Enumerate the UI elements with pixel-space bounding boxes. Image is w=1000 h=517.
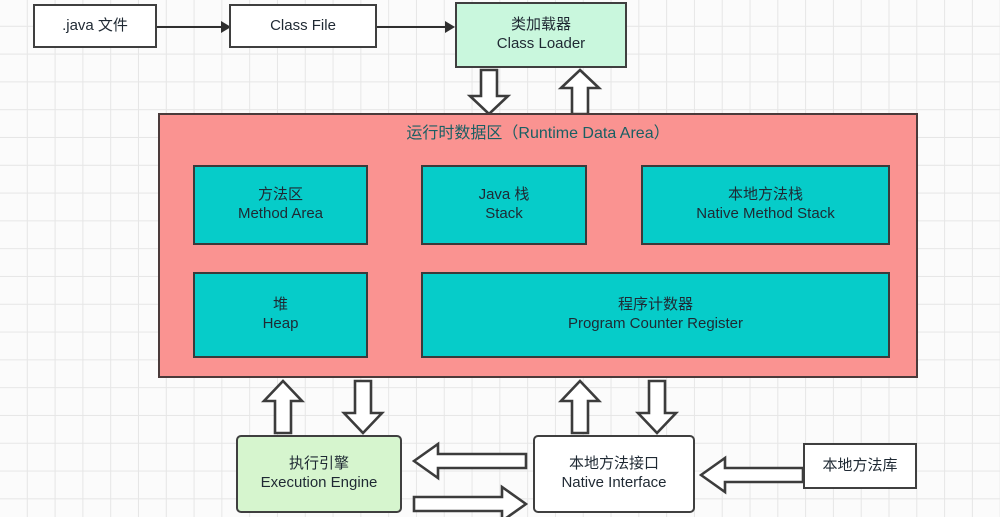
connector-runtime-to-execution-engine-down [340, 379, 386, 435]
block-arrow-left-icon [699, 455, 805, 495]
node-pc-register-label-zh: 程序计数器 [617, 296, 693, 314]
connector-runtime-to-native-interface-down [634, 379, 680, 435]
arrowhead-right-icon [445, 21, 455, 33]
connector-execution-engine-to-runtime-up [260, 379, 306, 435]
block-arrow-up-icon [557, 68, 603, 116]
node-native-interface-label-zh: 本地方法接口 [568, 455, 659, 473]
block-arrow-down-icon [340, 379, 386, 435]
block-arrow-left-icon [412, 441, 528, 481]
connector-runtime-to-class-loader-up [557, 68, 603, 116]
node-class-loader[interactable]: 类加载器 Class Loader [455, 2, 627, 68]
node-method-area-label-en: Method Area [237, 205, 324, 222]
block-arrow-down-icon [466, 68, 512, 116]
node-method-area-label-zh: 方法区 [257, 186, 303, 204]
node-java-file[interactable]: .java 文件 [33, 4, 157, 48]
node-heap-label-en: Heap [262, 315, 299, 332]
block-arrow-right-icon [412, 484, 528, 517]
node-execution-engine[interactable]: 执行引擎 Execution Engine [236, 435, 402, 513]
node-execution-engine-label-zh: 执行引擎 [288, 455, 349, 473]
jvm-architecture-diagram: .java 文件 Class File 类加载器 Class Loader 运行… [0, 0, 1000, 517]
node-class-file[interactable]: Class File [229, 4, 377, 48]
node-java-stack-label-en: Stack [485, 205, 523, 222]
node-native-method-stack[interactable]: 本地方法栈 Native Method Stack [641, 165, 890, 245]
connector-execution-engine-to-native-interface [412, 484, 528, 517]
node-java-stack-label-zh: Java 栈 [478, 186, 530, 204]
node-native-method-stack-label-zh: 本地方法栈 [727, 186, 803, 204]
node-execution-engine-label-en: Execution Engine [260, 474, 378, 491]
node-native-library-label: 本地方法库 [822, 456, 898, 474]
node-class-loader-label-en: Class Loader [496, 35, 586, 52]
node-native-interface[interactable]: 本地方法接口 Native Interface [533, 435, 695, 513]
node-native-method-stack-label-en: Native Method Stack [696, 205, 835, 222]
connector-java-file-to-class-file [157, 16, 231, 38]
connector-class-loader-to-runtime-down [466, 68, 512, 116]
node-java-stack[interactable]: Java 栈 Stack [421, 165, 587, 245]
connector-native-library-to-native-interface [699, 455, 805, 495]
connector-native-interface-to-execution-engine [412, 441, 528, 481]
node-pc-register-label-en: Program Counter Register [567, 315, 744, 332]
connector-class-file-to-class-loader [377, 16, 455, 38]
node-heap[interactable]: 堆 Heap [193, 272, 368, 358]
node-heap-label-zh: 堆 [272, 296, 288, 314]
node-method-area[interactable]: 方法区 Method Area [193, 165, 368, 245]
connector-native-interface-to-runtime-up [557, 379, 603, 435]
block-arrow-up-icon [557, 379, 603, 435]
node-pc-register[interactable]: 程序计数器 Program Counter Register [421, 272, 890, 358]
node-class-loader-label-zh: 类加载器 [510, 16, 571, 34]
connector-shaft [157, 26, 221, 28]
block-arrow-down-icon [634, 379, 680, 435]
node-native-interface-label-en: Native Interface [561, 474, 667, 491]
node-java-file-label: .java 文件 [62, 16, 128, 34]
node-class-file-label: Class File [270, 16, 336, 34]
block-arrow-up-icon [260, 379, 306, 435]
connector-shaft [377, 26, 445, 28]
node-native-library[interactable]: 本地方法库 [803, 443, 917, 489]
runtime-data-area-title: 运行时数据区（Runtime Data Area） [406, 125, 670, 142]
